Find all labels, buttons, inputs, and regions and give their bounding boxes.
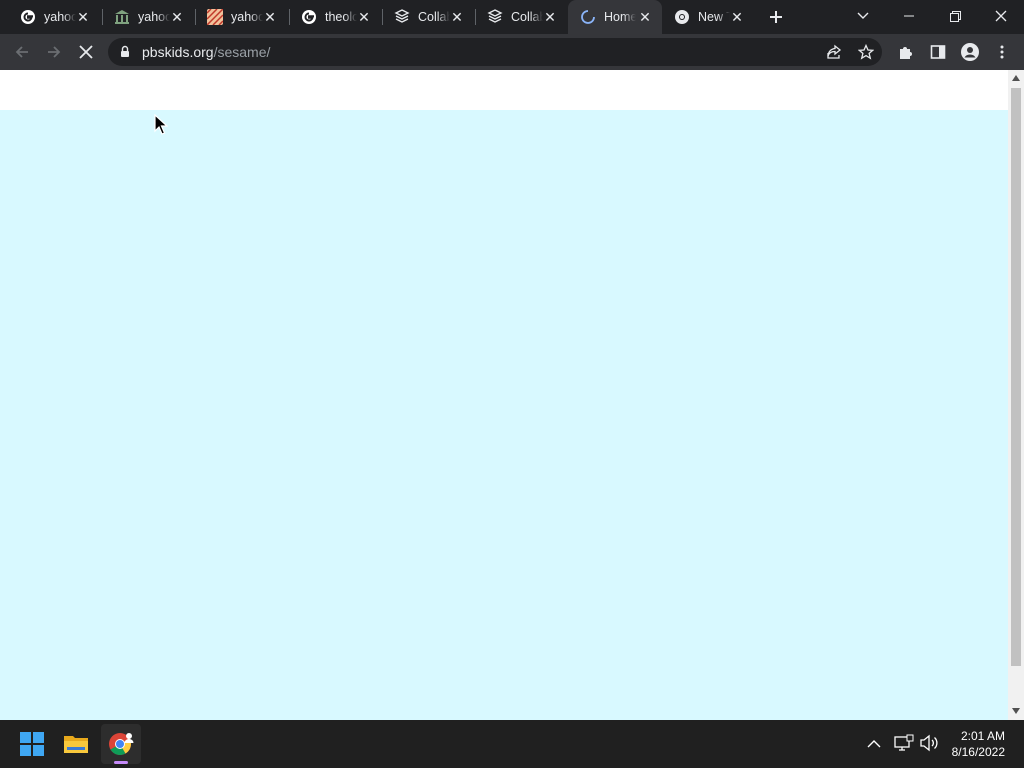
start-button[interactable] bbox=[12, 724, 52, 764]
tab-2[interactable]: yahoo ✕ bbox=[102, 0, 194, 34]
chrome-taskbar-button[interactable] bbox=[101, 724, 141, 764]
museum-icon bbox=[114, 9, 130, 25]
back-arrow-icon bbox=[15, 46, 28, 58]
clock-date: 8/16/2022 bbox=[951, 745, 1005, 759]
tab-search-button[interactable] bbox=[840, 0, 886, 32]
plus-icon bbox=[770, 11, 782, 23]
tab-title: New T bbox=[698, 10, 730, 24]
menu-button[interactable] bbox=[992, 42, 1012, 62]
address-bar[interactable]: pbskids.org/sesame/ bbox=[108, 38, 882, 66]
extensions-button[interactable] bbox=[896, 42, 916, 62]
new-tab-button[interactable] bbox=[766, 7, 786, 27]
taskbar-clock[interactable]: 2:01 AM 8/16/2022 bbox=[952, 728, 1005, 760]
puzzle-icon bbox=[900, 47, 912, 59]
collab-icon bbox=[394, 9, 410, 25]
scroll-up-arrow-icon[interactable] bbox=[1012, 75, 1020, 81]
tab-3[interactable]: yahoo ✕ bbox=[195, 0, 287, 34]
tab-7-active[interactable]: Home ✕ bbox=[568, 0, 662, 34]
close-icon[interactable]: ✕ bbox=[170, 10, 184, 24]
volume-button[interactable] bbox=[919, 734, 939, 757]
tab-strip: yahoo ✕ yahoo ✕ yahoo ✕ theolo ✕ Collab … bbox=[0, 0, 1024, 34]
page-content bbox=[0, 70, 1008, 720]
close-icon[interactable]: ✕ bbox=[730, 10, 744, 24]
chrome-icon bbox=[109, 733, 134, 755]
chrome-icon bbox=[674, 9, 690, 25]
kebab-menu-icon bbox=[1000, 45, 1004, 59]
side-panel-icon bbox=[930, 45, 946, 59]
stop-x-icon bbox=[79, 45, 93, 59]
close-icon[interactable]: ✕ bbox=[76, 10, 90, 24]
tab-title: yahoo bbox=[231, 10, 263, 24]
back-button[interactable] bbox=[12, 42, 32, 62]
close-icon[interactable]: ✕ bbox=[263, 10, 277, 24]
pattern-icon bbox=[207, 9, 223, 25]
url-path: /sesame/ bbox=[213, 44, 271, 60]
side-panel-button[interactable] bbox=[928, 42, 948, 62]
tab-5[interactable]: Collab ✕ bbox=[382, 0, 474, 34]
close-icon bbox=[995, 10, 1007, 22]
mouse-cursor-icon bbox=[154, 114, 168, 135]
tab-8[interactable]: New T ✕ bbox=[662, 0, 754, 34]
tab-title: Home bbox=[604, 10, 636, 24]
loading-spinner-icon bbox=[580, 9, 596, 25]
tab-4[interactable]: theolo ✕ bbox=[289, 0, 381, 34]
clock-time: 2:01 AM bbox=[960, 729, 1005, 743]
windows-logo-icon bbox=[20, 732, 44, 756]
profile-button[interactable] bbox=[960, 42, 980, 62]
tab-title: yahoo bbox=[138, 10, 170, 24]
url-domain: pbskids.org bbox=[142, 44, 214, 60]
url-text[interactable]: pbskids.org/sesame/ bbox=[142, 44, 270, 60]
scroll-down-arrow-icon[interactable] bbox=[1012, 708, 1020, 714]
forward-arrow-icon bbox=[48, 46, 61, 58]
vertical-scrollbar[interactable] bbox=[1008, 70, 1024, 720]
share-icon[interactable] bbox=[826, 44, 842, 65]
forward-button[interactable] bbox=[44, 42, 64, 62]
minimize-icon bbox=[904, 15, 914, 17]
restore-icon bbox=[949, 10, 961, 22]
tab-1[interactable]: yahoo ✕ bbox=[8, 0, 100, 34]
scrollbar-thumb[interactable] bbox=[1011, 88, 1021, 666]
chevron-up-icon bbox=[867, 740, 881, 748]
stop-loading-button[interactable] bbox=[76, 42, 96, 62]
collab-icon bbox=[487, 9, 503, 25]
speaker-icon bbox=[920, 734, 938, 752]
profile-icon bbox=[961, 43, 979, 61]
lock-icon[interactable] bbox=[120, 45, 130, 63]
windows-taskbar: 2:01 AM 8/16/2022 bbox=[0, 720, 1024, 768]
google-icon bbox=[20, 9, 36, 25]
bookmark-star-icon[interactable] bbox=[857, 43, 875, 65]
close-icon[interactable]: ✕ bbox=[450, 10, 464, 24]
close-icon[interactable]: ✕ bbox=[638, 10, 652, 24]
chevron-down-icon bbox=[857, 12, 869, 19]
tab-title: Collab bbox=[418, 10, 450, 24]
tab-title: Collab bbox=[511, 10, 543, 24]
tab-title: yahoo bbox=[44, 10, 76, 24]
page-header-strip bbox=[0, 70, 1008, 110]
network-icon bbox=[894, 734, 914, 751]
active-app-indicator bbox=[114, 761, 128, 764]
close-icon[interactable]: ✕ bbox=[357, 10, 371, 24]
tab-6[interactable]: Collab ✕ bbox=[475, 0, 567, 34]
show-hidden-icons-button[interactable] bbox=[867, 736, 881, 754]
restore-button[interactable] bbox=[932, 0, 978, 32]
close-window-button[interactable] bbox=[978, 0, 1024, 32]
network-button[interactable] bbox=[894, 734, 914, 757]
tab-title: theolo bbox=[325, 10, 357, 24]
google-icon bbox=[301, 9, 317, 25]
close-icon[interactable]: ✕ bbox=[543, 10, 557, 24]
folder-icon bbox=[64, 736, 88, 753]
minimize-button[interactable] bbox=[886, 0, 932, 32]
file-explorer-taskbar-button[interactable] bbox=[56, 724, 96, 764]
